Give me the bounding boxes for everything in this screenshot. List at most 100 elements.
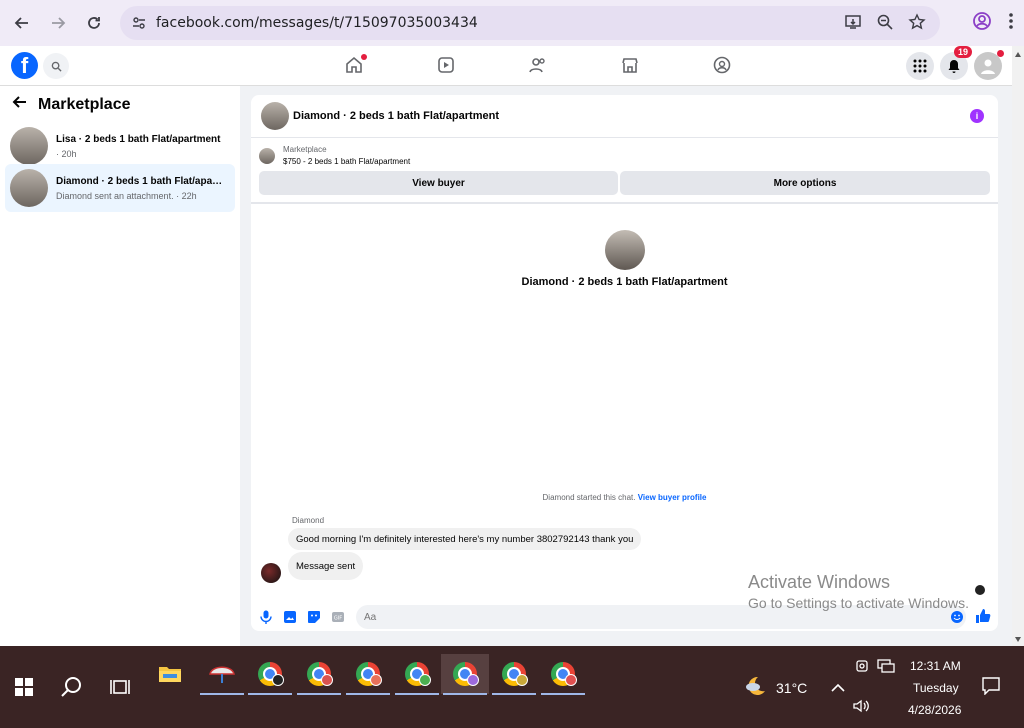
clock-time[interactable]: 12:31 AM xyxy=(910,659,961,673)
nav-groups-icon[interactable] xyxy=(676,55,768,75)
marketplace-title: Marketplace xyxy=(38,95,131,113)
conversation-item-active[interactable]: Diamond · 2 beds 1 bath Flat/apartment D… xyxy=(5,164,235,212)
browser-toolbar: facebook.com/messages/t/715097035003434 xyxy=(0,0,1024,46)
avatar[interactable] xyxy=(261,563,281,583)
weather-moon-icon[interactable] xyxy=(744,674,768,703)
clock-day[interactable]: Tuesday xyxy=(913,681,959,695)
app-running-indicator xyxy=(541,693,585,695)
emoji-icon[interactable] xyxy=(945,610,969,624)
conversation-preview: Diamond sent an attachment. · 22h xyxy=(56,190,197,201)
chrome-profile-7-icon[interactable] xyxy=(539,654,587,695)
scroll-up-arrow-icon[interactable] xyxy=(1015,52,1021,57)
profile-badge xyxy=(370,674,382,686)
menu-kebab-icon[interactable] xyxy=(1008,11,1014,36)
profile-badge xyxy=(516,674,528,686)
microphone-icon[interactable] xyxy=(254,610,278,624)
info-icon[interactable]: i xyxy=(970,109,984,123)
conversation-list-pane: Marketplace Lisa · 2 beds 1 bath Flat/ap… xyxy=(0,86,240,646)
nav-home-icon[interactable] xyxy=(308,54,400,75)
file-explorer-icon[interactable] xyxy=(146,654,194,694)
install-app-icon[interactable] xyxy=(844,13,862,36)
like-thumbs-up-icon[interactable] xyxy=(971,608,995,624)
site-settings-icon[interactable] xyxy=(130,14,148,32)
temperature-text: 31°C xyxy=(776,680,808,696)
search-icon[interactable] xyxy=(43,53,69,79)
chrome-profile-3-icon[interactable] xyxy=(344,654,392,695)
chrome-profile-4-icon[interactable] xyxy=(393,654,441,695)
search-icon[interactable] xyxy=(61,676,83,703)
page-scrollbar[interactable] xyxy=(1012,46,1024,646)
more-options-button[interactable]: More options xyxy=(620,171,990,195)
message-bubble: Good morning I'm definitely interested h… xyxy=(288,528,642,550)
bookmark-star-icon[interactable] xyxy=(908,13,926,36)
windows-start-icon[interactable] xyxy=(15,678,33,701)
listing-photo xyxy=(605,230,645,270)
nav-friends-icon[interactable] xyxy=(492,55,584,75)
watermark-line1: Activate Windows xyxy=(748,572,891,592)
app-running-indicator xyxy=(297,693,341,695)
watermark-line2: Go to Settings to activate Windows. xyxy=(748,595,969,611)
menu-grid-icon[interactable] xyxy=(906,52,934,80)
conversation-title: Diamond · 2 beds 1 bath Flat/apartment xyxy=(521,276,728,288)
gallery-icon[interactable] xyxy=(278,610,302,624)
task-view-icon[interactable] xyxy=(110,678,130,701)
app-umbrella-icon[interactable] xyxy=(198,654,246,695)
nav-marketplace-icon[interactable] xyxy=(584,55,676,75)
sender-name: Diamond xyxy=(292,516,325,525)
profile-badge xyxy=(565,674,577,686)
app-running-indicator xyxy=(346,693,390,695)
app-running-indicator xyxy=(200,693,244,695)
conversation-name: Lisa · 2 beds 1 bath Flat/apartment xyxy=(56,133,221,145)
started-text: Diamond started this chat. xyxy=(542,493,636,502)
profile-badge xyxy=(321,674,333,686)
app-running-indicator xyxy=(443,693,487,695)
view-buyer-profile-link[interactable]: View buyer profile xyxy=(638,493,707,502)
chrome-profile-5-icon[interactable] xyxy=(441,654,489,695)
account-avatar[interactable] xyxy=(974,50,1004,80)
notification-count-badge: 19 xyxy=(953,46,972,58)
forward-arrow-icon[interactable] xyxy=(46,11,70,35)
activate-windows-watermark: Activate Windows Go to Settings to activ… xyxy=(748,572,969,611)
network-icon[interactable] xyxy=(877,659,895,678)
zoom-icon[interactable] xyxy=(876,13,894,36)
conversation-preview: · 20h xyxy=(56,148,77,159)
nav-video-icon[interactable] xyxy=(400,55,492,75)
profile-icon[interactable] xyxy=(972,11,992,36)
app-running-indicator xyxy=(492,693,536,695)
view-buyer-button[interactable]: View buyer xyxy=(259,171,618,195)
scroll-down-arrow-icon[interactable] xyxy=(1015,637,1021,642)
conversation-item[interactable]: Lisa · 2 beds 1 bath Flat/apartment · 20… xyxy=(5,122,235,170)
notifications-bell-icon[interactable]: 19 xyxy=(940,46,972,80)
chat-title[interactable]: Diamond · 2 beds 1 bath Flat/apartment xyxy=(293,110,499,122)
clock-date[interactable]: 4/28/2026 xyxy=(908,703,961,717)
home-notification-dot xyxy=(361,54,367,60)
url-text[interactable]: facebook.com/messages/t/715097035003434 xyxy=(156,15,478,31)
facebook-logo-icon[interactable]: f xyxy=(11,52,38,79)
app-running-indicator xyxy=(248,693,292,695)
address-bar[interactable]: facebook.com/messages/t/715097035003434 xyxy=(120,6,940,40)
chrome-profile-2-icon[interactable] xyxy=(295,654,343,695)
marketplace-label: Marketplace xyxy=(283,145,327,154)
listing-thumbnail xyxy=(10,169,48,207)
reload-icon[interactable] xyxy=(82,11,106,35)
sticker-icon[interactable] xyxy=(302,610,326,624)
svg-text:GIF: GIF xyxy=(334,616,342,622)
back-arrow-icon[interactable] xyxy=(10,11,34,35)
listing-thumbnail xyxy=(10,127,48,165)
profile-badge xyxy=(419,674,431,686)
chevron-up-icon[interactable] xyxy=(831,680,845,698)
listing-price[interactable]: $750 - 2 beds 1 bath Flat/apartment xyxy=(283,157,410,166)
listing-thumbnail[interactable] xyxy=(261,102,289,130)
gif-icon[interactable]: GIF xyxy=(326,610,350,624)
back-arrow-icon[interactable] xyxy=(12,94,28,115)
chat-start-notice: Diamond started this chat. View buyer pr… xyxy=(251,493,998,502)
camera-icon[interactable] xyxy=(855,659,869,678)
windows-taskbar: 31°C 12:31 AM Tuesday 4/28/2026 xyxy=(0,646,1024,728)
chrome-profile-6-icon[interactable] xyxy=(490,654,538,695)
volume-icon[interactable] xyxy=(853,699,871,718)
chrome-profile-1-icon[interactable] xyxy=(246,654,294,695)
notification-center-icon[interactable] xyxy=(982,677,1000,700)
message-bubble: Message sent xyxy=(288,552,364,580)
app-running-indicator xyxy=(395,693,439,695)
account-alert-dot xyxy=(997,50,1004,57)
